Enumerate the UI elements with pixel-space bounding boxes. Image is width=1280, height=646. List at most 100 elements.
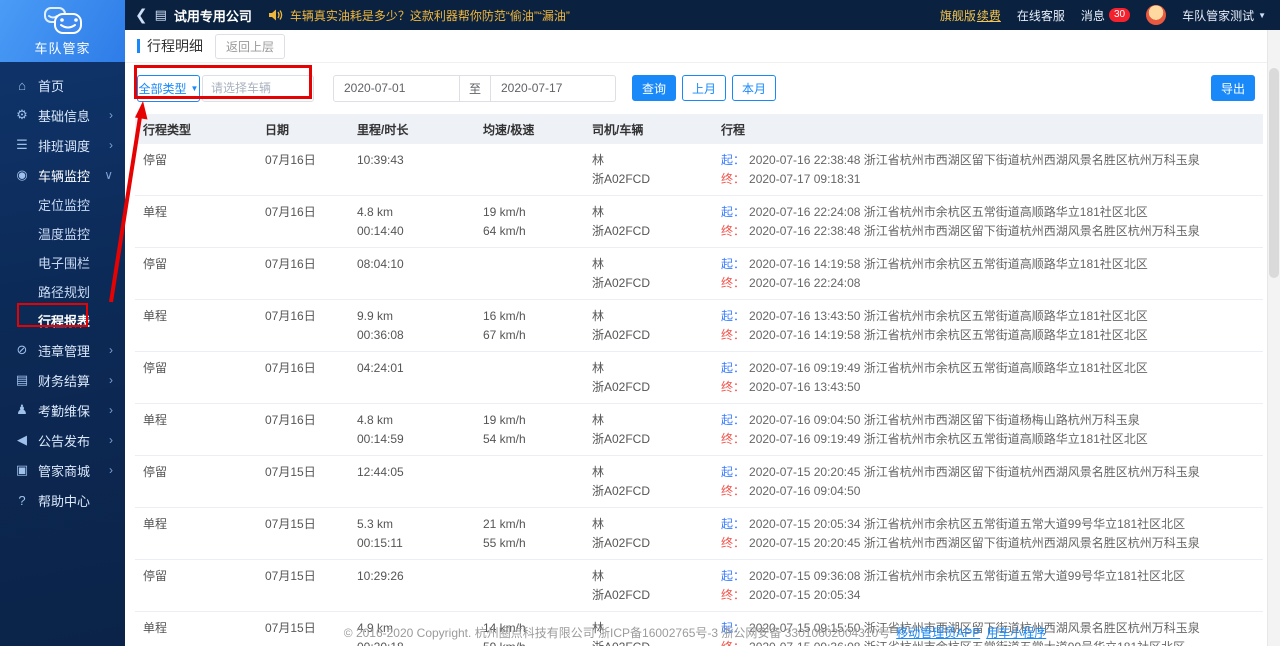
trip-type-cell: 单程 bbox=[143, 517, 168, 531]
date-cell: 07月16日 bbox=[265, 153, 316, 167]
vehicle-select-input[interactable] bbox=[202, 74, 314, 102]
collapse-sidebar-icon[interactable]: ❮ bbox=[135, 8, 148, 23]
prev-month-button[interactable]: 上月 bbox=[682, 75, 727, 101]
end-label: 终： bbox=[721, 328, 746, 342]
mileage-duration-cell: 4.8 km 00:14:40 bbox=[357, 205, 404, 238]
online-service-link[interactable]: 在线客服 bbox=[1017, 7, 1065, 24]
driver-vehicle-cell: 林浙A02FCD bbox=[592, 257, 651, 290]
trip-cell: 起： 2020-07-16 22:38:48 浙江省杭州市西湖区留下街道杭州西湖风… bbox=[721, 153, 1200, 186]
table-header-row: 行程类型 日期 里程/时长 均速/极速 司机/车辆 行程 bbox=[135, 114, 1263, 144]
end-label: 终： bbox=[721, 432, 746, 446]
org-list-icon[interactable]: ▤ bbox=[155, 7, 167, 23]
sidebar-item-location-monitor[interactable]: 定位监控 bbox=[0, 190, 125, 219]
trip-cell: 起： 2020-07-16 22:24:08 浙江省杭州市余杭区五常街道高顺路华立… bbox=[721, 205, 1200, 238]
scrollbar-thumb[interactable] bbox=[1269, 68, 1279, 278]
speed-cell: 19 km/h 64 km/h bbox=[483, 205, 526, 238]
trip-type-cell: 停留 bbox=[143, 257, 168, 271]
title-accent-bar bbox=[137, 39, 140, 53]
help-icon: ? bbox=[18, 492, 26, 508]
sidebar-item-attendance[interactable]: ♟ 考勤维保 › bbox=[0, 395, 125, 425]
footer-link[interactable]: 移动管理员APP bbox=[896, 626, 980, 640]
sidebar-item-basic-info[interactable]: ⚙ 基础信息 › bbox=[0, 100, 125, 130]
trip-type-cell: 停留 bbox=[143, 361, 168, 375]
end-label: 终： bbox=[721, 276, 746, 290]
sidebar: 车队管家 ⌂ 首页 ⚙ 基础信息 › ☰ 排班调度 › ◉ 车辆监控 ∨ 定位监控 温度监控 电子围栏 路径… bbox=[0, 0, 125, 646]
trip-cell: 起： 2020-07-15 09:36:08 浙江省杭州市余杭区五常街道五常大道9… bbox=[721, 569, 1186, 602]
finance-icon: ▤ bbox=[15, 372, 29, 387]
announcement-icon: ◀ bbox=[17, 432, 27, 447]
brand-car-icon bbox=[43, 6, 82, 34]
export-button[interactable]: 导出 bbox=[1210, 75, 1255, 101]
breadcrumb: 行程明细 返回上层 bbox=[125, 30, 1280, 63]
sidebar-item-route-planning[interactable]: 路径规划 bbox=[0, 277, 125, 306]
end-label: 终： bbox=[721, 380, 746, 394]
back-button[interactable]: 返回上层 bbox=[215, 33, 286, 59]
sidebar-item-vehicle-monitor[interactable]: ◉ 车辆监控 ∨ bbox=[0, 160, 125, 190]
trip-type-cell: 单程 bbox=[143, 621, 168, 635]
date-from-input[interactable]: 2020-07-01 bbox=[333, 74, 460, 102]
sidebar-item-violation[interactable]: ⊘ 违章管理 › bbox=[0, 335, 125, 365]
footer-link[interactable]: 用车小程序 bbox=[986, 626, 1046, 640]
search-button[interactable]: 查询 bbox=[632, 75, 677, 101]
column-header: 里程/时长 bbox=[357, 122, 409, 137]
announcement-text[interactable]: 车辆真实油耗是多少？这款利器帮你防范“偷油”“漏油” bbox=[290, 7, 570, 24]
speed-cell: 14 km/h59 km/h bbox=[483, 621, 526, 646]
mall-icon: ▣ bbox=[15, 462, 29, 477]
chevron-down-icon: ▼ bbox=[1258, 10, 1266, 20]
company-name[interactable]: 试用专用公司 bbox=[174, 6, 252, 25]
end-label: 终： bbox=[721, 484, 746, 498]
date-cell: 07月16日 bbox=[265, 257, 316, 271]
sidebar-item-mall[interactable]: ▣ 管家商城 › bbox=[0, 455, 125, 485]
chevron-right-icon: › bbox=[109, 108, 113, 122]
sidebar-item-temperature-monitor[interactable]: 温度监控 bbox=[0, 219, 125, 248]
page-title: 行程明细 bbox=[147, 38, 203, 54]
trip-type-dropdown[interactable]: 全部类型 ▼ bbox=[137, 74, 200, 102]
date-to-input[interactable]: 2020-07-17 bbox=[490, 74, 616, 102]
start-label: 起： bbox=[721, 465, 746, 479]
driver-vehicle-cell: 林浙A02FCD bbox=[592, 465, 651, 498]
chevron-right-icon: › bbox=[109, 138, 113, 152]
messages-link[interactable]: 消息 30 bbox=[1081, 7, 1131, 24]
scheduling-icon: ☰ bbox=[16, 137, 28, 152]
mileage-duration-cell: 10:39:43 bbox=[357, 153, 404, 167]
chevron-right-icon: › bbox=[109, 373, 113, 387]
scrollbar-track[interactable] bbox=[1267, 30, 1280, 646]
avatar[interactable] bbox=[1146, 5, 1167, 25]
driver-vehicle-cell: 林浙A02FCD bbox=[592, 413, 651, 446]
start-label: 起： bbox=[721, 569, 746, 583]
speed-cell bbox=[483, 463, 588, 501]
date-cell: 07月15日 bbox=[265, 517, 316, 531]
speed-cell: 19 km/h 54 km/h bbox=[483, 413, 526, 446]
trip-table: 行程类型 日期 里程/时长 均速/极速 司机/车辆 行程 停留 07月16日 10:39:43… bbox=[135, 114, 1263, 646]
speed-cell: 16 km/h 67 km/h bbox=[483, 309, 526, 342]
sidebar-item-help[interactable]: ? 帮助中心 bbox=[0, 485, 125, 515]
chevron-down-icon: ∨ bbox=[104, 168, 113, 182]
app-window: 车队管家 ⌂ 首页 ⚙ 基础信息 › ☰ 排班调度 › ◉ 车辆监控 ∨ 定位监控 温度监控 电子围栏 路径… bbox=[0, 0, 1280, 646]
mileage-duration-cell: 12:44:05 bbox=[357, 465, 404, 479]
trip-cell: 起： 2020-07-16 14:19:58 浙江省杭州市余杭区五常街道高顺路华立… bbox=[721, 257, 1148, 290]
sidebar-item-announcement[interactable]: ◀ 公告发布 › bbox=[0, 425, 125, 455]
driver-vehicle-cell: 林浙A02FCD bbox=[592, 153, 651, 186]
trip-type-cell: 单程 bbox=[143, 413, 168, 427]
this-month-button[interactable]: 本月 bbox=[732, 75, 777, 101]
driver-vehicle-cell: 林浙A02FCD bbox=[592, 569, 651, 602]
main-content: 全部类型 ▼ 2020-07-01 至 2020-07-17 查询 上月 本月 … bbox=[125, 63, 1280, 646]
attendance-icon: ♟ bbox=[16, 402, 28, 417]
account-menu[interactable]: 车队管家测试 ▼ bbox=[1182, 7, 1266, 24]
date-separator: 至 bbox=[460, 74, 490, 102]
trip-type-cell: 单程 bbox=[143, 205, 168, 219]
vehicle-monitor-icon: ◉ bbox=[16, 167, 28, 182]
end-label: 终： bbox=[721, 172, 746, 186]
table-row: 单程 07月16日 4.8 km 00:14:59 19 km/h 54 km/h 林浙A0… bbox=[135, 404, 1263, 456]
mileage-duration-cell: 10:29:26 bbox=[357, 569, 404, 583]
renew-link[interactable]: 旗舰版 续费 bbox=[940, 7, 1001, 24]
sidebar-item-scheduling[interactable]: ☰ 排班调度 › bbox=[0, 130, 125, 160]
sidebar-item-home[interactable]: ⌂ 首页 bbox=[0, 70, 125, 100]
driver-vehicle-cell: 林浙A02FCD bbox=[592, 517, 651, 550]
sidebar-item-geofence[interactable]: 电子围栏 bbox=[0, 248, 125, 277]
sidebar-item-trip-report[interactable]: 行程报表 bbox=[0, 306, 125, 335]
chevron-right-icon: › bbox=[109, 343, 113, 357]
sidebar-item-finance[interactable]: ▤ 财务结算 › bbox=[0, 365, 125, 395]
violation-icon: ⊘ bbox=[16, 342, 28, 357]
table-row: 停留 07月16日 10:39:43 林浙A02FCD 起： 2020-07-16 22:… bbox=[135, 144, 1263, 196]
